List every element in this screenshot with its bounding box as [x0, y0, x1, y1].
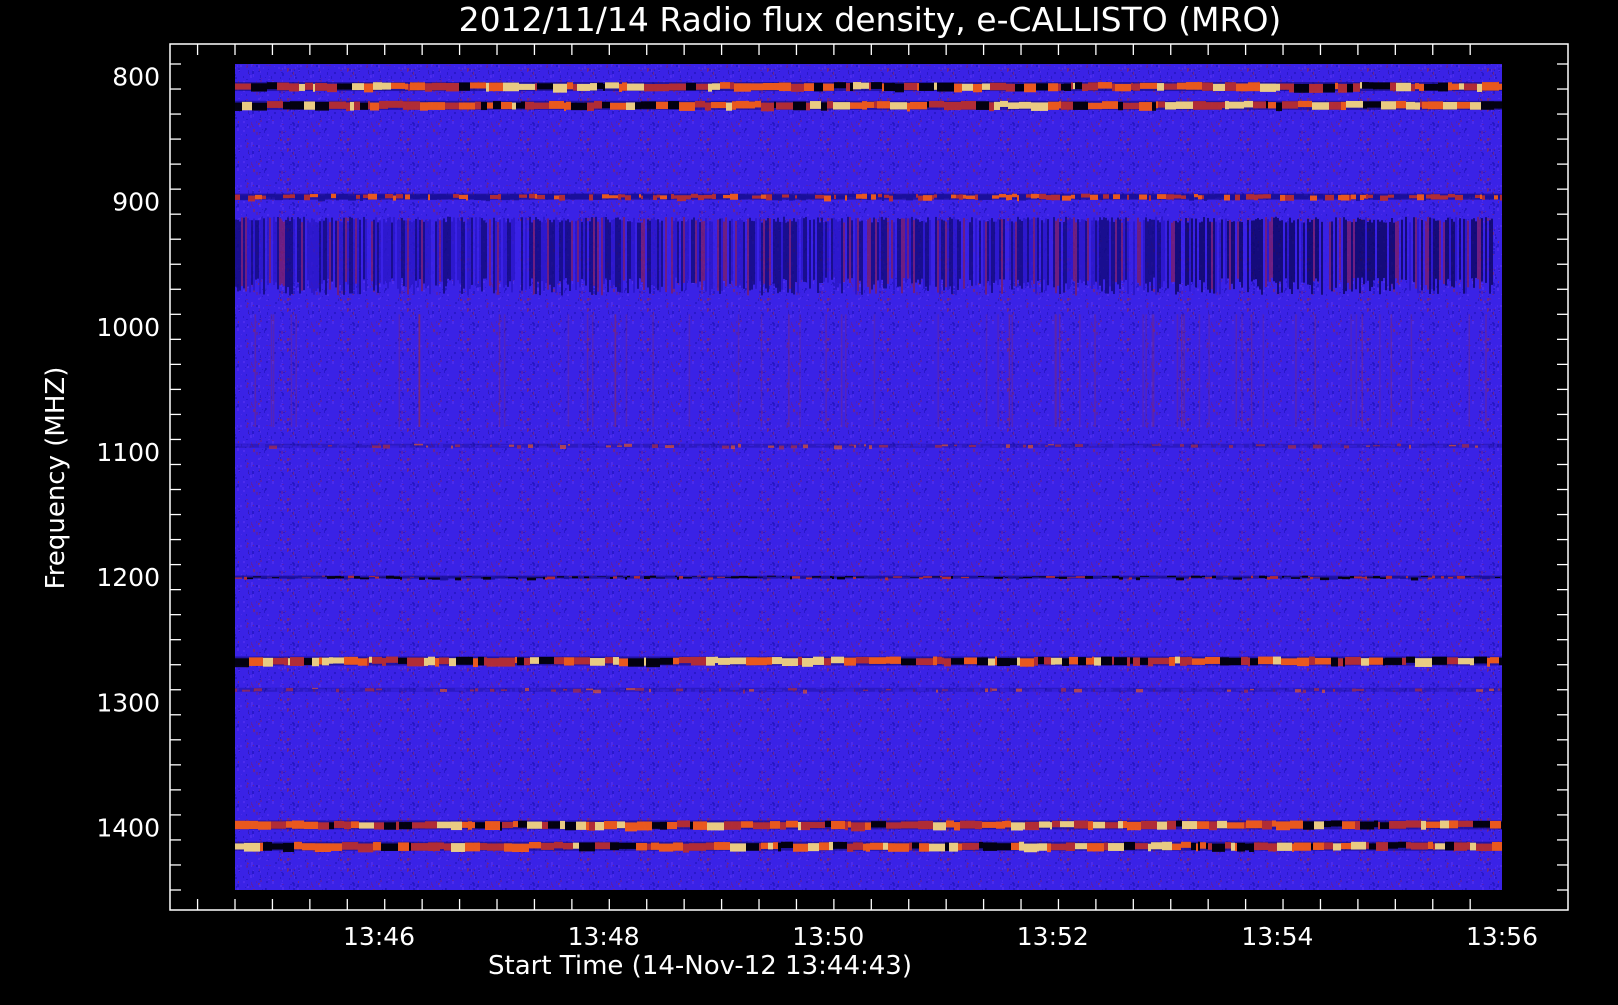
- spectrogram-noise: [235, 64, 1502, 890]
- spectrogram-image: [235, 64, 1502, 890]
- y-tick-label: 1300: [96, 688, 160, 717]
- chart-title: 2012/11/14 Radio flux density, e-CALLIST…: [459, 0, 1282, 39]
- x-tick-label: 13:52: [1017, 922, 1089, 951]
- y-tick-label: 1100: [96, 438, 160, 467]
- x-tick-label: 13:48: [568, 922, 640, 951]
- x-tick-label: 13:46: [343, 922, 415, 951]
- x-tick-label: 13:54: [1241, 922, 1313, 951]
- y-tick-label: 900: [112, 188, 160, 217]
- x-axis-label: Start Time (14-Nov-12 13:44:43): [488, 951, 912, 981]
- y-tick-label: 1400: [96, 813, 160, 842]
- spectrogram-chart: 2012/11/14 Radio flux density, e-CALLIST…: [0, 0, 1618, 1000]
- x-tick-label: 13:56: [1466, 922, 1538, 951]
- spectrogram-svg: 2012/11/14 Radio flux density, e-CALLIST…: [0, 0, 1618, 1000]
- y-tick-label: 1000: [96, 313, 160, 342]
- y-tick-label: 1200: [96, 563, 160, 592]
- x-tick-label: 13:50: [792, 922, 864, 951]
- y-axis-label: Frequency (MHZ): [41, 367, 71, 590]
- y-tick-label: 800: [112, 63, 160, 92]
